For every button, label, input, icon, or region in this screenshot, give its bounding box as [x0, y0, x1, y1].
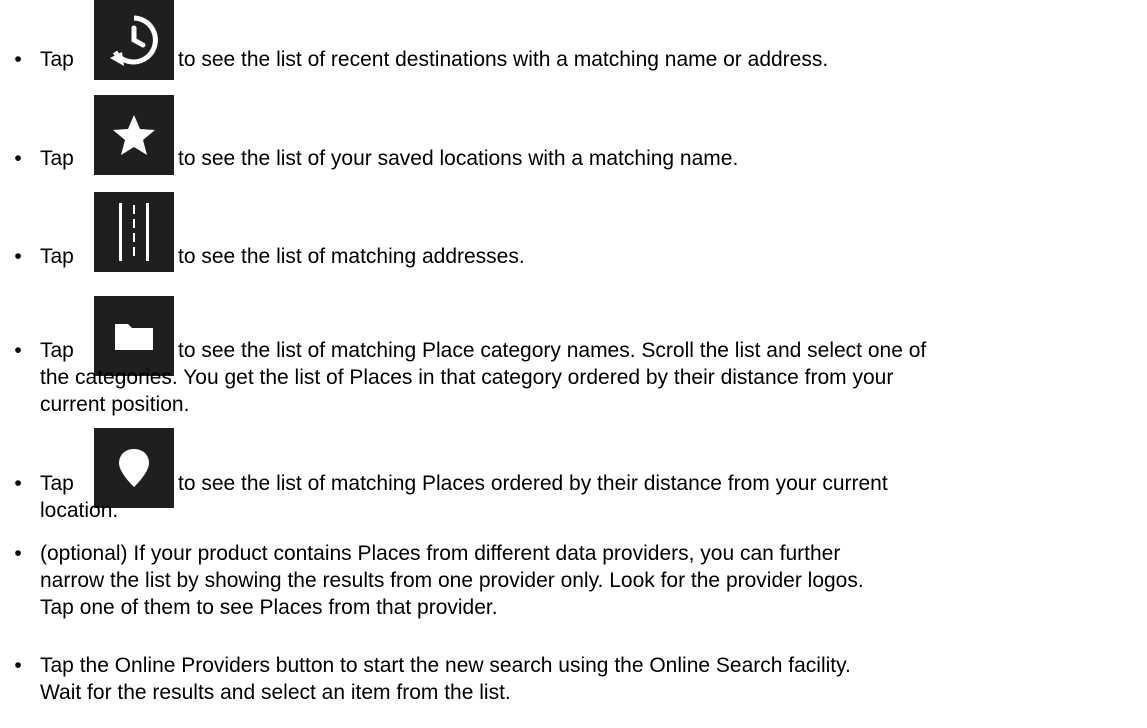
item-text: to see the list of your saved locations … [178, 147, 739, 170]
item-text: Tap the Online Providers button to start… [40, 654, 851, 677]
item-text: to see the list of matching Place catego… [178, 339, 927, 362]
bullet: • [14, 654, 22, 677]
tap-word: Tap [40, 245, 74, 268]
item-text-continuation: Wait for the results and select an item … [40, 681, 511, 704]
item-text-continuation: the categories. You get the list of Plac… [40, 366, 894, 389]
bullet: • [14, 472, 22, 495]
item-text-continuation: location. [40, 499, 119, 522]
item-text: to see the list of matching Places order… [178, 472, 888, 495]
item-text: to see the list of recent destinations w… [178, 48, 829, 71]
item-text-continuation: current position. [40, 393, 190, 416]
item-text: (optional) If your product contains Plac… [40, 542, 841, 565]
item-text-continuation: Tap one of them to see Places from that … [40, 596, 498, 619]
tap-word: Tap [40, 147, 74, 170]
location-pin-icon[interactable] [94, 428, 174, 508]
bullet: • [14, 147, 22, 170]
road-icon[interactable] [94, 192, 174, 272]
tap-word: Tap [40, 339, 74, 362]
bullet: • [14, 48, 22, 71]
bullet: • [14, 339, 22, 362]
item-text-continuation: narrow the list by showing the results f… [40, 569, 864, 592]
bullet: • [14, 245, 22, 268]
item-text: to see the list of matching addresses. [178, 245, 525, 268]
bullet: • [14, 542, 22, 565]
recent-history-icon[interactable] [94, 0, 174, 80]
star-icon[interactable] [94, 95, 174, 175]
tap-word: Tap [40, 472, 74, 495]
tap-word: Tap [40, 48, 74, 71]
